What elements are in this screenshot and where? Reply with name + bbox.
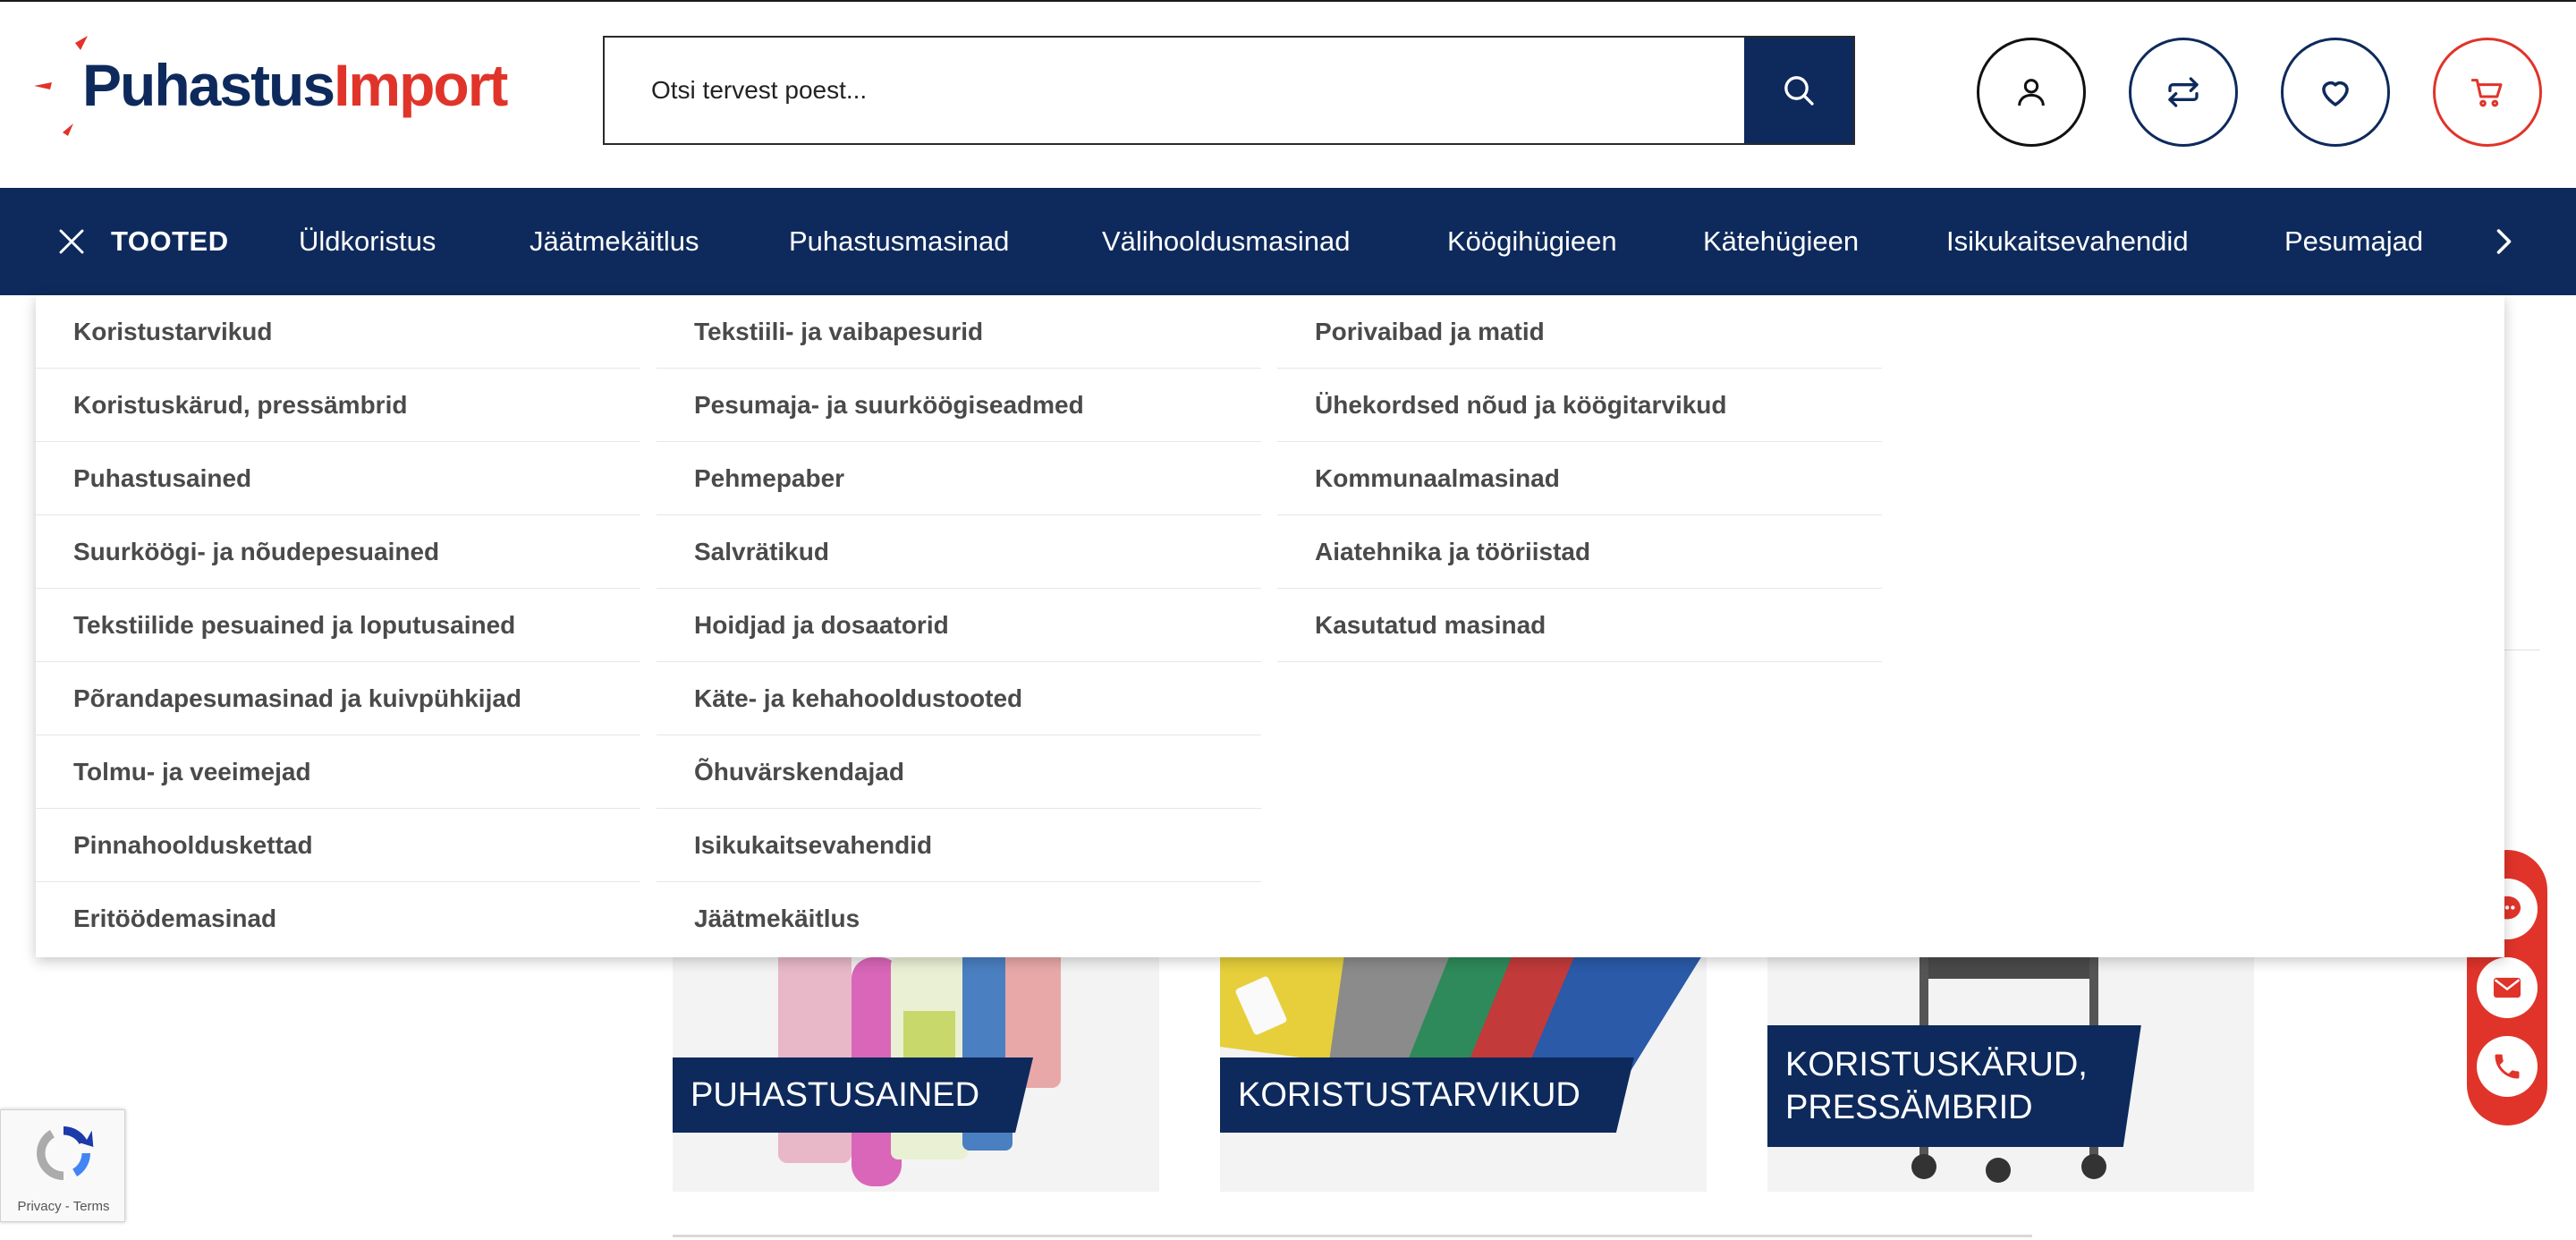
menu-item[interactable]: Pehmepaber	[657, 442, 1261, 515]
menu-item[interactable]: Tekstiili- ja vaibapesurid	[657, 295, 1261, 369]
card-label: KORISTUSTARVIKUD	[1220, 1057, 1634, 1133]
menu-item[interactable]: Kommunaalmasinad	[1277, 442, 1882, 515]
menu-item[interactable]: Pinnahoolduskettad	[36, 809, 640, 882]
nav-item-puhastusmasinad[interactable]: Puhastusmasinad	[789, 188, 1009, 295]
site-header: PuhastusImport	[0, 2, 2576, 188]
category-card-koristustarvikud[interactable]: KORISTUSTARVIKUD	[1220, 948, 1707, 1192]
menu-item[interactable]: Isikukaitsevahendid	[657, 809, 1261, 882]
user-icon	[2018, 79, 2045, 106]
logo-text-part1: Puhastus	[82, 52, 335, 118]
menu-item[interactable]: Põrandapesumasinad ja kuivpühkijad	[36, 662, 640, 735]
nav-item-jaatmekaitlus[interactable]: Jäätmekäitlus	[530, 188, 699, 295]
menu-item[interactable]: Õhuvärskendajad	[657, 735, 1261, 809]
menu-item[interactable]: Koristustarvikud	[36, 295, 640, 369]
section-divider	[673, 1235, 2032, 1237]
menu-item[interactable]: Koristuskärud, pressämbrid	[36, 369, 640, 442]
mail-icon	[2493, 977, 2521, 998]
menu-item[interactable]: Käte- ja kehahooldustooted	[657, 662, 1261, 735]
logo-text: PuhastusImport	[82, 52, 508, 118]
card-label: KORISTUSKÄRUD, PRESSÄMBRID	[1767, 1025, 2141, 1147]
search-bar	[603, 36, 1855, 145]
recaptcha-links: Privacy - Terms	[1, 1199, 126, 1214]
search-button[interactable]	[1744, 38, 1853, 143]
nav-item-kooghugieen[interactable]: Köögihügieen	[1447, 188, 1617, 295]
phone-button[interactable]	[2477, 1036, 2538, 1097]
nav-item-isikukaitsevahendid[interactable]: Isikukaitsevahendid	[1946, 188, 2189, 295]
products-mega-menu: Koristustarvikud Koristuskärud, pressämb…	[36, 295, 2504, 957]
nav-tooted-toggle[interactable]: TOOTED	[111, 188, 229, 295]
menu-item[interactable]: Porivaibad ja matid	[1277, 295, 1882, 369]
cart-button[interactable]	[2433, 38, 2542, 147]
nav-item-uldkoristus[interactable]: Üldkoristus	[299, 188, 436, 295]
menu-item[interactable]: Tolmu- ja veeimejad	[36, 735, 640, 809]
menu-item[interactable]: Kasutatud masinad	[1277, 589, 1882, 662]
phone-icon	[2495, 1054, 2520, 1079]
menu-item[interactable]: Tekstiilide pesuained ja loputusained	[36, 589, 640, 662]
menu-item[interactable]: Salvrätikud	[657, 515, 1261, 589]
email-button[interactable]	[2477, 957, 2538, 1018]
menu-item[interactable]: Puhastusained	[36, 442, 640, 515]
card-label-line2: PRESSÄMBRID	[1785, 1089, 2033, 1126]
menu-item[interactable]: Jäätmekäitlus	[657, 882, 1261, 955]
terms-link[interactable]: Terms	[73, 1199, 110, 1214]
recaptcha-badge[interactable]: Privacy - Terms	[0, 1109, 125, 1222]
privacy-link[interactable]: Privacy	[17, 1199, 61, 1214]
cart-icon	[2470, 79, 2503, 107]
menu-item[interactable]: Pesumaja- ja suurköögiseadmed	[657, 369, 1261, 442]
menu-column-2: Tekstiili- ja vaibapesurid Pesumaja- ja …	[657, 295, 1261, 955]
nav-item-katehugieen[interactable]: Kätehügieen	[1703, 188, 1859, 295]
close-icon[interactable]	[57, 227, 86, 256]
main-nav: TOOTED Üldkoristus Jäätmekäitlus Puhastu…	[0, 188, 2576, 295]
chevron-right-icon[interactable]	[2487, 225, 2519, 258]
menu-column-3: Porivaibad ja matid Ühekordsed nõud ja k…	[1277, 295, 1882, 662]
account-button[interactable]	[1977, 38, 2086, 147]
recaptcha-separator: -	[61, 1199, 73, 1214]
menu-item[interactable]: Hoidjad ja dosaatorid	[657, 589, 1261, 662]
category-card-puhastusained[interactable]: PUHASTUSAINED	[673, 948, 1159, 1192]
nav-item-pesumajad[interactable]: Pesumajad	[2284, 188, 2423, 295]
compare-button[interactable]	[2129, 38, 2238, 147]
menu-item[interactable]: Aiatehnika ja tööriistad	[1277, 515, 1882, 589]
category-card-koristuskarud[interactable]: KORISTUSKÄRUD, PRESSÄMBRID	[1767, 948, 2254, 1192]
search-icon	[1784, 76, 1814, 106]
card-label-line1: KORISTUSTARVIKUD	[1238, 1076, 1580, 1114]
menu-column-1: Koristustarvikud Koristuskärud, pressämb…	[36, 295, 640, 955]
card-label: PUHASTUSAINED	[673, 1057, 1033, 1133]
menu-item[interactable]: Ühekordsed nõud ja köögitarvikud	[1277, 369, 1882, 442]
card-label-line1: PUHASTUSAINED	[691, 1076, 980, 1114]
heart-icon	[2322, 81, 2349, 106]
search-input[interactable]	[605, 38, 1746, 143]
menu-item[interactable]: Suurköögi- ja nõudepesuained	[36, 515, 640, 589]
logo-text-part2: Import	[334, 52, 508, 118]
card-label-line1: KORISTUSKÄRUD,	[1785, 1046, 2088, 1083]
menu-item[interactable]: Eritöödemasinad	[36, 882, 640, 955]
compare-icon	[2168, 77, 2199, 107]
logo-mark-icon	[34, 36, 88, 136]
nav-item-valihooldusmasinad[interactable]: Välihooldusmasinad	[1102, 188, 1350, 295]
wishlist-button[interactable]	[2281, 38, 2390, 147]
recaptcha-logo-icon	[36, 1126, 94, 1180]
logo[interactable]: PuhastusImport	[34, 36, 508, 143]
